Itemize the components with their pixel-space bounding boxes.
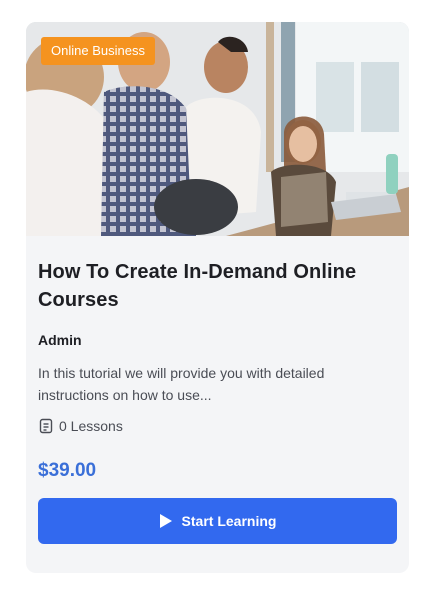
- course-card-body: How To Create In-Demand Online Courses A…: [26, 258, 409, 544]
- category-badge[interactable]: Online Business: [41, 37, 155, 65]
- lesson-list-icon: [38, 418, 54, 434]
- course-title[interactable]: How To Create In-Demand Online Courses: [38, 258, 397, 314]
- lessons-count: 0 Lessons: [38, 418, 397, 434]
- course-excerpt: In this tutorial we will provide you wit…: [38, 365, 325, 403]
- course-price: $39.00: [38, 460, 97, 481]
- course-thumbnail[interactable]: Online Business: [26, 22, 409, 236]
- course-author[interactable]: Admin: [38, 332, 397, 348]
- start-learning-label: Start Learning: [181, 513, 277, 529]
- start-learning-button[interactable]: Start Learning: [38, 498, 397, 544]
- course-card: Online Business How To Create In-Demand …: [26, 22, 409, 573]
- lessons-count-label: 0 Lessons: [59, 418, 123, 434]
- play-icon: [159, 513, 173, 529]
